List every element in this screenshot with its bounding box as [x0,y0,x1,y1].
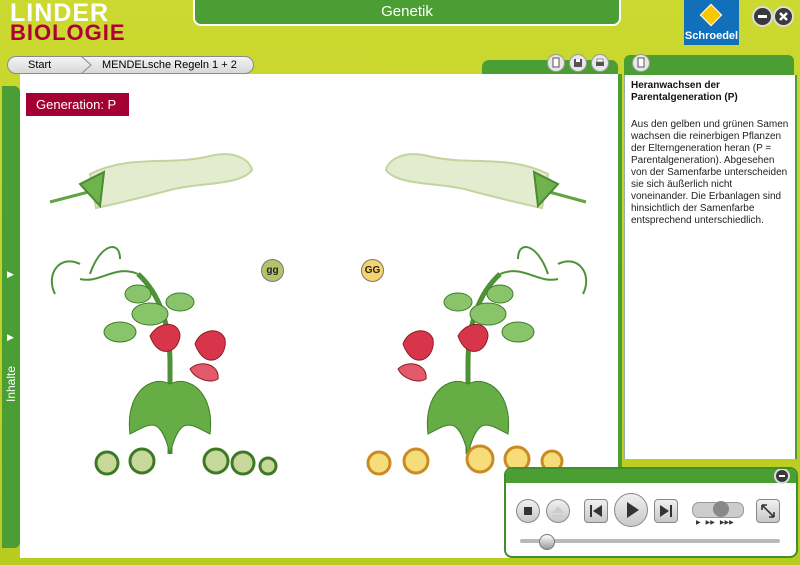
window-title: Genetik [193,0,621,26]
green-seeds [94,447,278,476]
publisher-name: Schroedel [684,30,739,42]
progress-handle[interactable] [539,534,555,550]
progress-track[interactable] [520,539,780,543]
left-pea-pod [49,153,254,210]
speed-slider-handle[interactable] [713,501,729,517]
skip-back-icon[interactable] [584,499,608,523]
generation-badge: Generation: P [26,93,129,116]
play-icon[interactable] [614,493,648,527]
speed-marks-icon: ▶ ▶▶ ▶▶▶ [696,520,734,526]
logo-line-2: BIOLOGIE [10,20,126,45]
breadcrumb-current[interactable]: MENDELsche Regeln 1 + 2 [102,57,237,73]
app-window: LINDER BIOLOGIE Genetik Schroedel Start … [0,0,800,565]
close-icon[interactable] [773,6,794,27]
info-title: Heranwachsen der Parentalgeneration (P) [631,80,738,103]
breadcrumb: Start MENDELsche Regeln 1 + 2 [7,56,254,74]
stop-icon[interactable] [516,499,540,523]
media-player: ▶ ▶▶ ▶▶▶ [504,467,798,558]
linder-biologie-logo: LINDER BIOLOGIE [10,1,126,45]
right-pea-pod [384,153,587,210]
info-text: Aus den gelben und grünen Samen wachsen … [631,119,789,226]
schroedel-diamond-icon [699,3,723,27]
skip-forward-icon[interactable] [654,499,678,523]
speed-slider[interactable] [692,501,744,518]
left-pea-plant [50,246,226,455]
breadcrumb-start-link[interactable]: Start [28,57,51,73]
copy-icon[interactable] [632,54,650,72]
genotype-GG-marker: GG [361,259,384,282]
expand-arrow-icon: ▶ [7,269,14,279]
copy-icon[interactable] [547,54,565,72]
minimize-icon[interactable] [752,6,773,27]
inhalte-sidebar-tab[interactable]: ▶ Inhalte ▶ [2,86,20,548]
info-panel: Heranwachsen der Parentalgeneration (P) … [624,75,797,459]
expand-arrow-icon: ▶ [7,332,14,342]
player-header [506,469,796,483]
fullscreen-icon[interactable] [756,499,780,523]
inhalte-label: Inhalte [4,365,18,403]
schroedel-logo: Schroedel [684,0,739,45]
right-pea-plant [397,246,588,455]
minimize-icon[interactable] [774,469,790,484]
breadcrumb-separator-icon [81,57,92,73]
save-icon[interactable] [569,54,587,72]
eject-icon[interactable] [546,499,570,523]
print-icon[interactable] [591,54,609,72]
genotype-gg-marker: gg [261,259,284,282]
